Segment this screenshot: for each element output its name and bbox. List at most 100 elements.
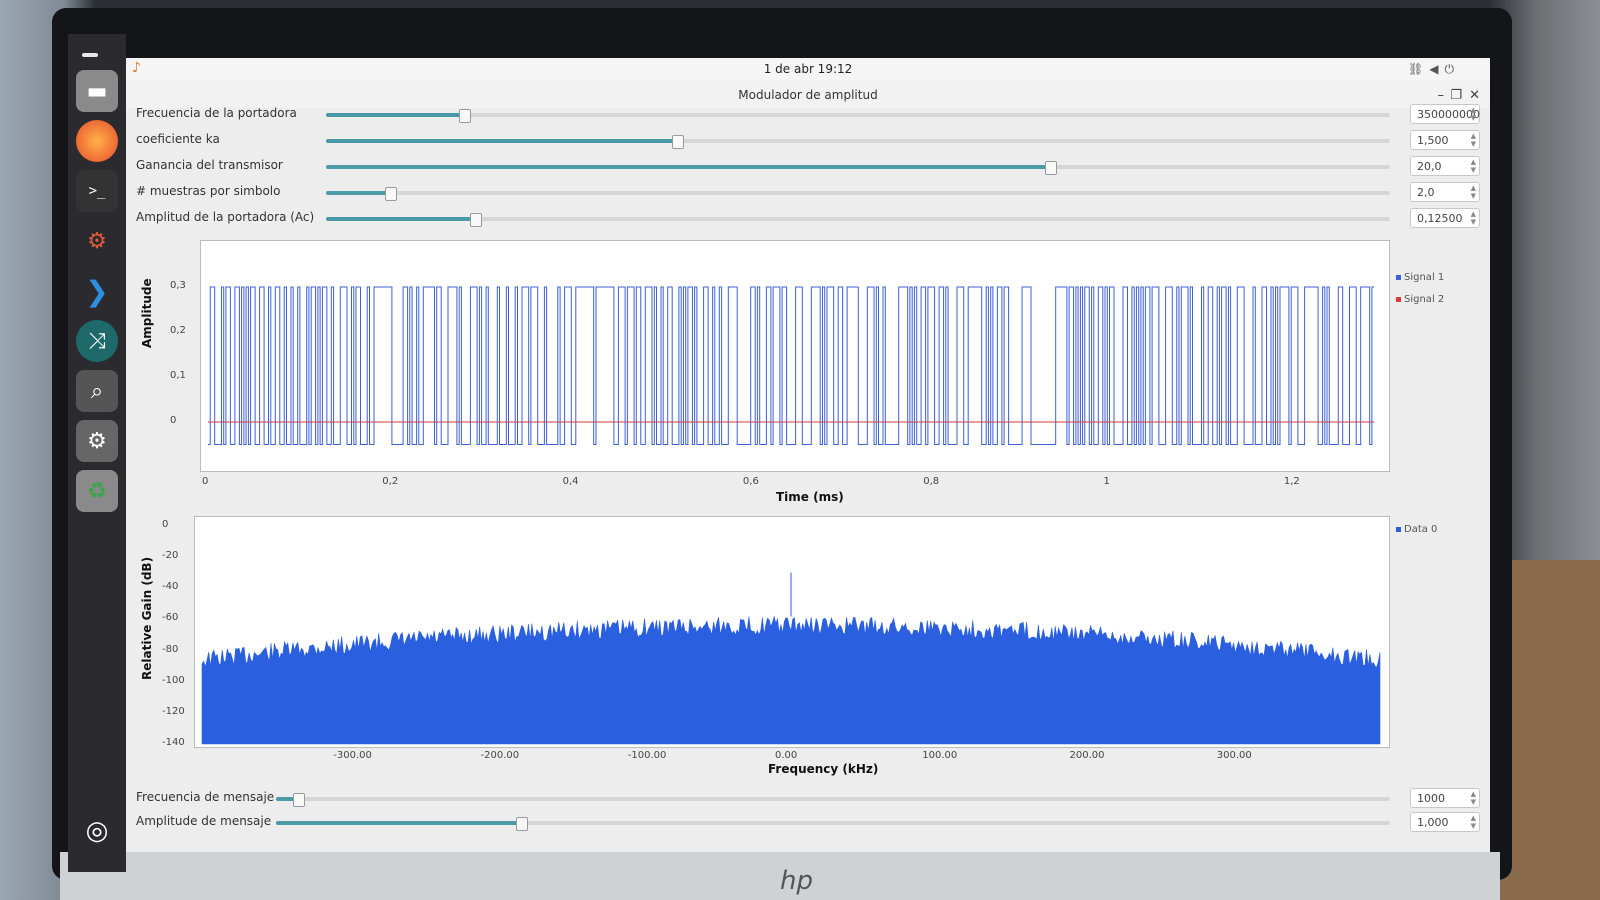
monitor-logo: hp xyxy=(780,866,813,896)
volume-icon[interactable]: ◀ xyxy=(1429,62,1444,76)
gnuradio-icon[interactable]: ⚙ xyxy=(76,220,118,262)
spinbox-value[interactable]: 1,000 xyxy=(1417,816,1449,829)
time-y-tick-label: 0 xyxy=(170,415,177,426)
spinbox-value[interactable]: 2,0 xyxy=(1417,186,1435,199)
control-spinbox[interactable]: 2,0 ▲ ▼ xyxy=(1410,182,1480,202)
legend-signal1[interactable]: Signal 1 xyxy=(1396,272,1444,283)
trash-icon[interactable]: ♻ xyxy=(76,470,118,512)
control-label: Ganancia del transmisor xyxy=(136,158,283,172)
freq-x-tick-label: 300.00 xyxy=(1216,750,1252,761)
slider-handle[interactable] xyxy=(672,135,685,149)
dock: ▬ >_ ⚙ ❯ ⤨ ⌕ ⚙ ♻ ◎ xyxy=(68,34,126,872)
top-bar: ♪ 1 de abr 19:12 ⛓◀⏻ xyxy=(126,58,1490,80)
legend-label: Signal 1 xyxy=(1404,272,1445,283)
control-slider[interactable] xyxy=(276,793,1390,807)
slider-fill xyxy=(326,165,1050,169)
time-x-tick-label: 0 xyxy=(202,476,209,487)
time-x-tick-label: 1,2 xyxy=(1283,476,1300,487)
slider-fill xyxy=(326,139,678,143)
settings-icon[interactable]: ⚙ xyxy=(76,420,118,462)
vscode-icon[interactable]: ❯ xyxy=(76,270,118,312)
time-plot-xlabel: Time (ms) xyxy=(776,490,844,504)
minimize-button[interactable]: – xyxy=(1438,88,1445,103)
spinbox-arrows-icon[interactable]: ▲ ▼ xyxy=(1471,790,1476,806)
time-plot-area[interactable] xyxy=(200,240,1390,472)
control-slider[interactable] xyxy=(326,161,1390,175)
spinbox-arrows-icon[interactable]: ▲ ▼ xyxy=(1471,184,1476,200)
slider-fill xyxy=(326,217,475,221)
ubuntu-logo-icon[interactable]: ◎ xyxy=(76,810,118,852)
control-slider[interactable] xyxy=(326,109,1390,123)
spinbox-value[interactable]: 1000 xyxy=(1417,792,1445,805)
time-x-tick-label: 0,6 xyxy=(742,476,759,487)
freq-x-tick-label: -200.00 xyxy=(480,750,520,761)
app-icon[interactable]: ⤨ xyxy=(76,320,118,362)
control-row: Frecuencia de mensaje 1000 ▲ ▼ xyxy=(136,788,1480,810)
activities-indicator xyxy=(82,42,112,57)
control-slider[interactable] xyxy=(326,135,1390,149)
control-slider[interactable] xyxy=(326,213,1390,227)
power-icon[interactable]: ⏻ xyxy=(1445,62,1461,76)
search-icon[interactable]: ⌕ xyxy=(76,370,118,412)
freq-y-tick-label: -40 xyxy=(162,581,179,593)
legend-swatch-signal2 xyxy=(1396,296,1401,302)
slider-handle[interactable] xyxy=(459,109,472,123)
control-spinbox[interactable]: 1,000 ▲ ▼ xyxy=(1410,812,1480,832)
freq-y-tick-label: -20 xyxy=(162,550,179,562)
spinbox-arrows-icon[interactable]: ▲ ▼ xyxy=(1471,106,1476,122)
spinbox-arrows-icon[interactable]: ▲ ▼ xyxy=(1471,814,1476,830)
firefox-icon[interactable] xyxy=(76,120,118,162)
freq-y-tick-label: -80 xyxy=(162,643,179,655)
window-title: Modulador de amplitud xyxy=(738,88,878,102)
control-spinbox[interactable]: 20,0 ▲ ▼ xyxy=(1410,156,1480,176)
freq-plot-area[interactable] xyxy=(194,516,1390,748)
legend-label: Signal 2 xyxy=(1404,294,1445,305)
close-button[interactable]: ✕ xyxy=(1469,88,1480,103)
slider-handle[interactable] xyxy=(293,793,306,807)
slider-handle[interactable] xyxy=(469,213,482,227)
control-slider[interactable] xyxy=(326,187,1390,201)
control-slider[interactable] xyxy=(276,817,1390,831)
control-spinbox[interactable]: 1000 ▲ ▼ xyxy=(1410,788,1480,808)
series-signal1-line xyxy=(208,286,1375,445)
control-label: Frecuencia de la portadora xyxy=(136,106,297,120)
slider-handle[interactable] xyxy=(384,187,397,201)
control-spinbox[interactable]: 0,12500 ▲ ▼ xyxy=(1410,208,1480,228)
series-data0-area xyxy=(201,615,1381,745)
files-icon[interactable]: ▬ xyxy=(76,70,118,112)
maximize-button[interactable]: ❐ xyxy=(1450,88,1462,103)
time-x-tick-label: 1 xyxy=(1103,476,1110,487)
terminal-icon[interactable]: >_ xyxy=(76,170,118,212)
spinbox-value[interactable]: 0,12500 xyxy=(1417,212,1463,225)
legend-signal2[interactable]: Signal 2 xyxy=(1396,294,1444,305)
freq-y-tick-label: -60 xyxy=(162,612,179,624)
time-plot-frame xyxy=(200,240,1390,472)
freq-plot-ylabel: Relative Gain (dB) xyxy=(140,556,154,680)
time-plot-ylabel: Amplitude xyxy=(140,278,154,348)
slider-handle[interactable] xyxy=(516,817,529,831)
freq-x-tick-label: 0.00 xyxy=(775,750,798,761)
control-row: Ganancia del transmisor 20,0 ▲ ▼ xyxy=(136,156,1480,178)
time-y-tick-label: 0,1 xyxy=(170,370,186,381)
slider-handle[interactable] xyxy=(1044,161,1057,175)
clock[interactable]: 1 de abr 19:12 xyxy=(126,62,1490,76)
network-icon[interactable]: ⛓ xyxy=(1408,62,1429,76)
control-spinbox[interactable]: 1,500 ▲ ▼ xyxy=(1410,130,1480,150)
legend-swatch-data0 xyxy=(1396,526,1401,532)
control-spinbox[interactable]: 350000000 ▲ ▼ xyxy=(1410,104,1480,124)
freq-x-tick-label: 200.00 xyxy=(1069,750,1105,761)
spinbox-arrows-icon[interactable]: ▲ ▼ xyxy=(1471,210,1476,226)
spinbox-value[interactable]: 1,500 xyxy=(1417,134,1449,147)
time-x-tick-label: 0,2 xyxy=(382,476,399,487)
legend-swatch-signal1 xyxy=(1396,274,1401,280)
freq-y-tick-label: 0 xyxy=(162,519,169,530)
spinbox-arrows-icon[interactable]: ▲ ▼ xyxy=(1471,132,1476,148)
control-label: Amplitud de la portadora (Ac) xyxy=(136,210,315,224)
system-tray[interactable]: ⛓◀⏻ xyxy=(1408,62,1460,77)
time-y-tick-label: 0,2 xyxy=(170,325,186,336)
spinbox-arrows-icon[interactable]: ▲ ▼ xyxy=(1471,158,1476,174)
slider-fill xyxy=(326,191,390,195)
spinbox-value[interactable]: 20,0 xyxy=(1417,160,1442,173)
legend-data0[interactable]: Data 0 xyxy=(1396,524,1437,535)
control-label: # muestras por simbolo xyxy=(136,184,281,198)
